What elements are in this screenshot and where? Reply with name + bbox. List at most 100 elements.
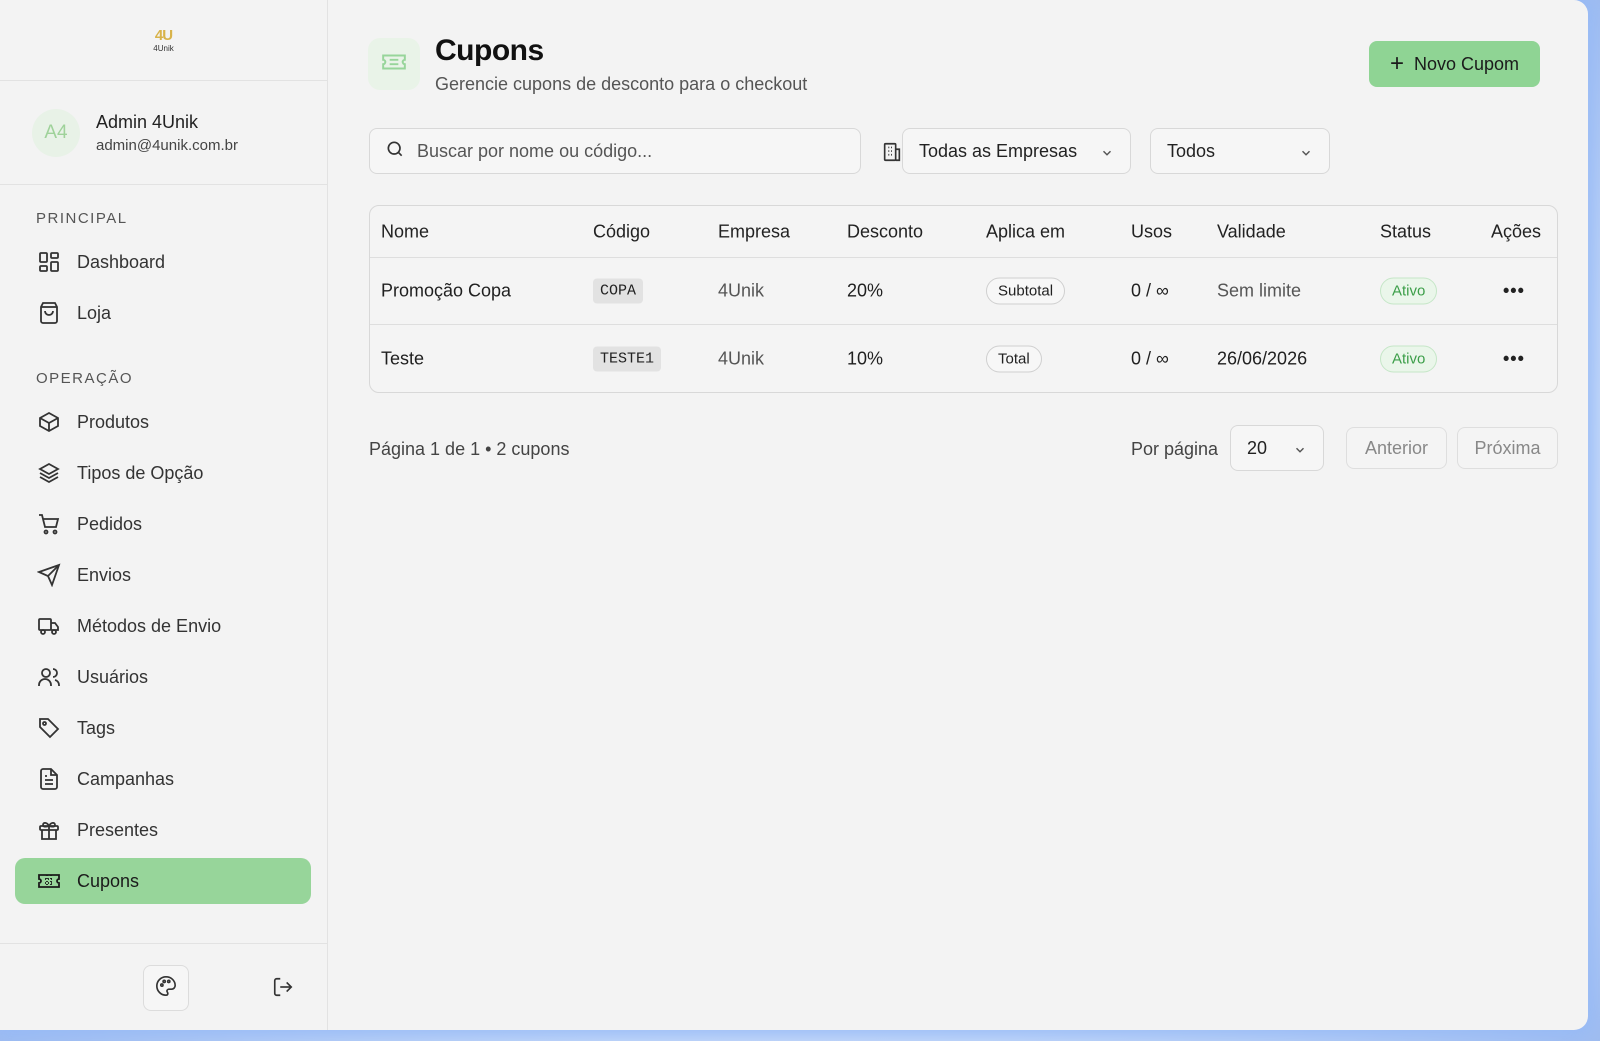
column-header-acoes: Ações <box>1491 221 1542 241</box>
company-select[interactable]: Todas as Empresas <box>902 128 1131 174</box>
status-select[interactable]: Todos <box>1150 128 1330 174</box>
column-header-desconto[interactable]: Desconto <box>847 221 923 242</box>
sidebar-item-usuarios[interactable]: Usuários <box>15 654 311 700</box>
coupon-uses: 0 / ∞ <box>1131 348 1169 368</box>
coupon-validity: Sem limite <box>1217 280 1302 301</box>
chevron-down-icon <box>1299 144 1313 158</box>
per-page-value: 20 <box>1247 437 1268 458</box>
coupon-discount: 10% <box>847 348 884 368</box>
row-actions-button[interactable]: ••• <box>1503 281 1525 302</box>
users-icon <box>36 664 62 690</box>
sidebar-item-label: Presentes <box>77 819 159 840</box>
sidebar-item-presentes[interactable]: Presentes <box>15 807 311 853</box>
sidebar-item-envios[interactable]: Envios <box>15 552 311 598</box>
sidebar-item-label: Usuários <box>77 666 149 687</box>
coupon-company: 4Unik <box>718 280 765 301</box>
page-icon <box>368 38 420 90</box>
column-header-usos[interactable]: Usos <box>1131 221 1172 242</box>
user-card: A4 Admin 4Unik admin@4unik.com.br <box>0 81 327 185</box>
sidebar-item-label: Loja <box>77 302 112 323</box>
building-icon <box>881 141 903 163</box>
gift-icon <box>36 817 62 843</box>
send-icon <box>36 562 62 588</box>
plus-icon: + <box>1389 50 1404 77</box>
main-content: Cupons Gerencie cupons de desconto para … <box>328 0 1588 1030</box>
nav-section-operacao: OPERAÇÃO <box>36 370 134 387</box>
status-badge: Ativo <box>1380 345 1438 372</box>
sidebar-item-produtos[interactable]: Produtos <box>15 399 311 445</box>
pagination-info: Página 1 de 1 • 2 cupons <box>369 439 570 459</box>
ticket-icon <box>381 49 407 80</box>
nav-section-principal: PRINCIPAL <box>36 210 128 227</box>
app-logo[interactable]: 4U 4Unik <box>148 23 180 57</box>
coupon-name: Teste <box>381 348 425 368</box>
sidebar-item-dashboard[interactable]: Dashboard <box>15 239 311 285</box>
sidebar-item-label: Cupons <box>77 870 140 891</box>
column-header-empresa[interactable]: Empresa <box>718 221 790 242</box>
table-header: Nome Código Empresa Desconto Aplica em U… <box>370 206 1557 258</box>
applies-to-badge: Total <box>986 345 1042 372</box>
sidebar-item-campanhas[interactable]: Campanhas <box>15 756 311 802</box>
sidebar-item-label: Produtos <box>77 411 150 432</box>
sidebar: 4U 4Unik A4 Admin 4Unik admin@4unik.com.… <box>0 0 328 1030</box>
ticket-icon <box>36 868 62 894</box>
dashboard-icon <box>36 249 62 275</box>
sidebar-item-label: Pedidos <box>77 513 143 534</box>
shopping-bag-icon <box>36 300 62 326</box>
logo-area: 4U 4Unik <box>0 0 327 81</box>
logo-text: 4Unik <box>153 43 174 53</box>
sidebar-item-label: Dashboard <box>77 251 166 272</box>
sidebar-item-metodos-de-envio[interactable]: Métodos de Envio <box>15 603 311 649</box>
coupon-validity: 26/06/2026 <box>1217 348 1308 368</box>
column-header-aplica-em[interactable]: Aplica em <box>986 221 1065 242</box>
document-icon <box>36 766 62 792</box>
column-header-validade[interactable]: Validade <box>1217 221 1286 242</box>
page-subtitle: Gerencie cupons de desconto para o check… <box>435 74 808 94</box>
coupon-uses: 0 / ∞ <box>1131 280 1169 301</box>
logout-button[interactable] <box>268 974 298 1004</box>
user-name: Admin 4Unik <box>96 111 199 132</box>
sidebar-item-tags[interactable]: Tags <box>15 705 311 751</box>
sidebar-item-label: Envios <box>77 564 132 585</box>
company-select-value: Todas as Empresas <box>919 140 1078 161</box>
sidebar-item-label: Tipos de Opção <box>77 462 204 483</box>
coupon-name: Promoção Copa <box>381 280 512 301</box>
sidebar-footer <box>0 943 327 1030</box>
user-email: admin@4unik.com.br <box>96 136 238 154</box>
theme-button[interactable] <box>143 965 189 1011</box>
truck-icon <box>36 613 62 639</box>
logo-mark: 4U <box>154 26 173 44</box>
applies-to-badge: Subtotal <box>986 277 1066 305</box>
coupon-code: TESTE1 <box>593 346 662 371</box>
column-header-codigo[interactable]: Código <box>593 221 650 242</box>
per-page-label: Por página <box>1131 439 1219 459</box>
coupon-discount: 20% <box>847 280 884 301</box>
sidebar-item-loja[interactable]: Loja <box>15 290 311 336</box>
sidebar-item-label: Tags <box>77 717 116 738</box>
column-header-nome[interactable]: Nome <box>381 221 429 242</box>
status-badge: Ativo <box>1380 277 1438 305</box>
new-coupon-button[interactable]: + Novo Cupom <box>1369 41 1540 87</box>
cart-icon <box>36 511 62 537</box>
sidebar-item-tipos-de-opcao[interactable]: Tipos de Opção <box>15 450 311 496</box>
search-input[interactable] <box>417 140 837 162</box>
table-row[interactable]: Teste TESTE1 4Unik 10% Total 0 / ∞ 26/06… <box>370 325 1557 392</box>
sidebar-item-label: Métodos de Envio <box>77 615 222 636</box>
chevron-down-icon <box>1100 144 1114 158</box>
avatar: A4 <box>32 108 80 157</box>
column-header-status[interactable]: Status <box>1380 221 1431 242</box>
next-page-button[interactable]: Próxima <box>1457 427 1558 469</box>
row-actions-button[interactable]: ••• <box>1503 348 1525 369</box>
search-icon <box>385 139 405 164</box>
per-page-select[interactable]: 20 <box>1230 425 1324 471</box>
table-row[interactable]: Promoção Copa COPA 4Unik 20% Subtotal 0 … <box>370 258 1557 325</box>
tag-icon <box>36 715 62 741</box>
coupon-company: 4Unik <box>718 348 765 368</box>
sidebar-item-cupons[interactable]: Cupons <box>15 858 311 904</box>
sidebar-item-pedidos[interactable]: Pedidos <box>15 501 311 547</box>
sidebar-item-label: Campanhas <box>77 768 175 789</box>
layers-icon <box>36 460 62 486</box>
logout-icon <box>272 976 294 1003</box>
new-coupon-label: Novo Cupom <box>1413 53 1520 74</box>
previous-page-button[interactable]: Anterior <box>1346 427 1447 469</box>
